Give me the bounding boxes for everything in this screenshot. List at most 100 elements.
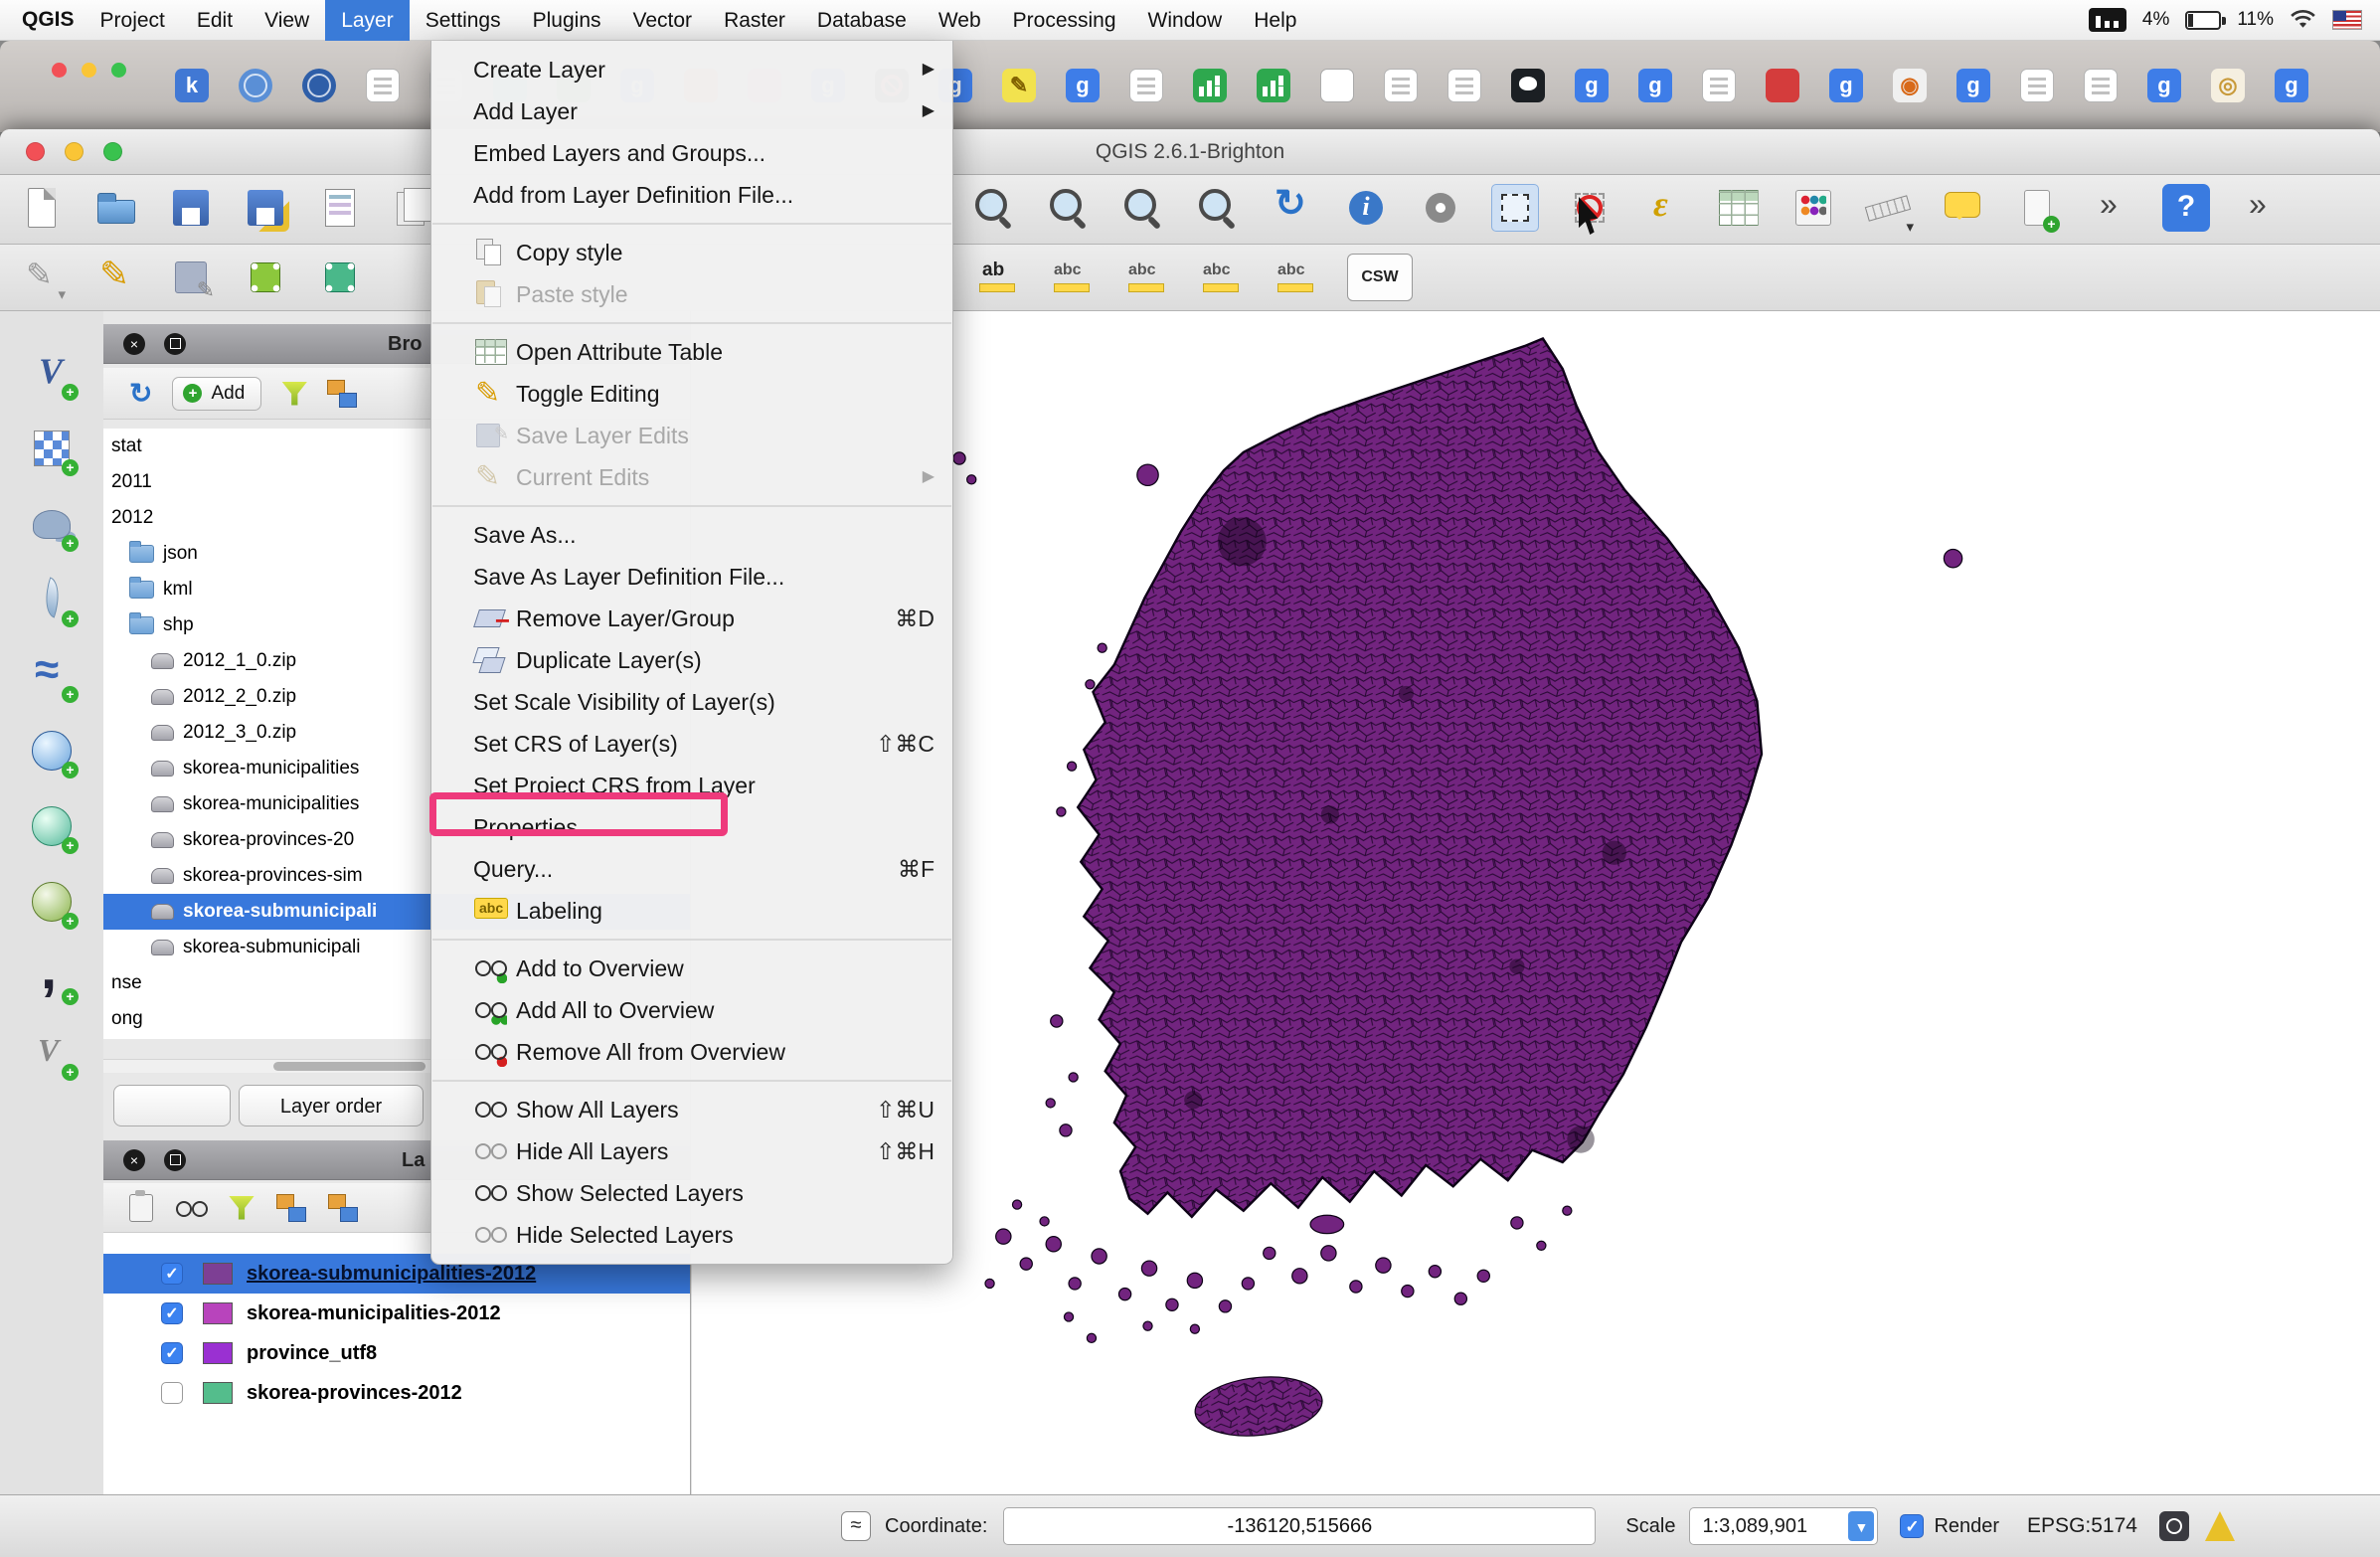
favicon[interactable] bbox=[1193, 69, 1227, 102]
new-project-icon[interactable] bbox=[18, 184, 66, 232]
open-attribute-table-icon[interactable] bbox=[1715, 184, 1763, 232]
map-tips-icon[interactable] bbox=[1939, 184, 1986, 232]
favicon[interactable]: g bbox=[1638, 69, 1672, 102]
layer-menu-item[interactable]: Toggle Editing bbox=[431, 373, 952, 415]
layer-menu-item[interactable]: Show All Layers⇧⌘U bbox=[431, 1089, 952, 1130]
menubar-item[interactable]: Raster bbox=[708, 0, 801, 41]
favicon[interactable] bbox=[2084, 69, 2118, 102]
menubar-item[interactable]: Settings bbox=[410, 0, 517, 41]
new-composer-icon[interactable] bbox=[316, 184, 364, 232]
csw-button[interactable]: CSW bbox=[1347, 254, 1413, 301]
layer-menu-item[interactable]: Labeling bbox=[431, 890, 952, 932]
layer-menu-item[interactable] bbox=[432, 939, 951, 941]
save-project-as-icon[interactable] bbox=[242, 184, 289, 232]
coordinate-input[interactable] bbox=[1003, 1507, 1596, 1545]
layer-menu-item[interactable]: Add All to Overview bbox=[431, 989, 952, 1031]
label-toolbar-icon[interactable] bbox=[974, 254, 1022, 301]
layer-menu-item[interactable]: Save As Layer Definition File... bbox=[431, 556, 952, 598]
favicon[interactable] bbox=[1702, 69, 1736, 102]
zoom-last-icon[interactable] bbox=[1118, 184, 1166, 232]
mouse-position-icon[interactable] bbox=[841, 1511, 871, 1541]
filter-browser-icon[interactable] bbox=[281, 382, 307, 406]
refresh-map-icon[interactable] bbox=[1268, 184, 1315, 232]
menubar-item[interactable]: Project bbox=[85, 0, 181, 41]
filter-legend-icon[interactable] bbox=[229, 1196, 255, 1220]
zoom-next-icon[interactable] bbox=[1193, 184, 1241, 232]
layer-menu-item[interactable] bbox=[432, 223, 951, 225]
new-bookmark-icon[interactable] bbox=[2013, 184, 2061, 232]
favicon[interactable] bbox=[1447, 69, 1481, 102]
menubar-item[interactable]: Window bbox=[1132, 0, 1239, 41]
add-wfs-layer-icon[interactable] bbox=[26, 876, 78, 928]
add-wcs-layer-icon[interactable] bbox=[26, 800, 78, 852]
favicon[interactable] bbox=[1129, 69, 1163, 102]
toolbar-overflow-icon[interactable] bbox=[2088, 184, 2135, 232]
close-icon[interactable] bbox=[52, 63, 67, 78]
new-shapefile-layer-icon[interactable] bbox=[26, 1027, 78, 1079]
run-feature-action-icon[interactable] bbox=[1417, 184, 1464, 232]
layer-visibility-checkbox[interactable] bbox=[161, 1342, 183, 1364]
field-calculator-icon[interactable] bbox=[1789, 184, 1837, 232]
layer-menu-item[interactable] bbox=[432, 322, 951, 324]
scale-combobox[interactable]: 1:3,089,901 ▼ bbox=[1689, 1507, 1878, 1545]
add-raster-layer-icon[interactable] bbox=[26, 423, 78, 474]
zoom-actual-icon[interactable] bbox=[1044, 184, 1092, 232]
layer-menu-item[interactable]: Save Layer Edits bbox=[431, 415, 952, 456]
layer-menu-item[interactable]: Embed Layers and Groups... bbox=[431, 132, 952, 174]
menubar-item[interactable]: Processing bbox=[997, 0, 1132, 41]
refresh-browser-icon[interactable]: ↻ bbox=[129, 379, 152, 409]
layer-menu-item[interactable]: Create Layer bbox=[431, 49, 952, 90]
add-wms-layer-icon[interactable] bbox=[26, 725, 78, 777]
layer-menu-item[interactable]: Properties... bbox=[431, 806, 952, 848]
layer-menu-item[interactable]: Paste style bbox=[431, 273, 952, 315]
input-language-flag-icon[interactable] bbox=[2332, 10, 2362, 30]
expand-all-icon[interactable] bbox=[276, 1194, 306, 1222]
add-feature-icon[interactable] bbox=[242, 254, 289, 301]
favicon[interactable] bbox=[1511, 69, 1545, 102]
layer-visibility-checkbox[interactable] bbox=[161, 1382, 183, 1404]
label-settings-3-icon[interactable] bbox=[1198, 254, 1246, 301]
toolbar-overflow-2-icon[interactable] bbox=[2237, 184, 2285, 232]
messages-warning-icon[interactable] bbox=[2205, 1511, 2235, 1541]
favicon[interactable]: g bbox=[2147, 69, 2181, 102]
open-project-icon[interactable] bbox=[92, 184, 140, 232]
close-panel-icon[interactable]: × bbox=[123, 1149, 145, 1171]
layer-menu-item[interactable]: Hide Selected Layers bbox=[431, 1214, 952, 1256]
zoom-window-icon[interactable] bbox=[111, 63, 126, 78]
menubar-item[interactable]: Database bbox=[801, 0, 923, 41]
favicon[interactable]: g bbox=[2275, 69, 2308, 102]
save-project-icon[interactable] bbox=[167, 184, 215, 232]
layer-visibility-checkbox[interactable] bbox=[161, 1302, 183, 1324]
layer-menu-item[interactable]: Open Attribute Table bbox=[431, 331, 952, 373]
layer-menu-item[interactable]: Set Scale Visibility of Layer(s) bbox=[431, 681, 952, 723]
add-mssql-layer-icon[interactable] bbox=[26, 649, 78, 701]
favicon[interactable]: g bbox=[1066, 69, 1100, 102]
cpu-meter-icon[interactable] bbox=[2089, 8, 2126, 32]
add-button[interactable]: Add bbox=[172, 377, 261, 411]
layer-menu-item[interactable]: Duplicate Layer(s) bbox=[431, 639, 952, 681]
identify-features-icon[interactable] bbox=[1342, 184, 1390, 232]
panel-blank-button[interactable] bbox=[113, 1085, 231, 1126]
select-by-expression-icon[interactable] bbox=[1640, 184, 1688, 232]
float-panel-icon[interactable] bbox=[164, 1149, 186, 1171]
help-icon[interactable] bbox=[2162, 184, 2210, 232]
layer-row[interactable]: skorea-municipalities-2012 bbox=[103, 1294, 690, 1333]
zoom-in-icon[interactable] bbox=[969, 184, 1017, 232]
window-titlebar[interactable]: QGIS 2.6.1-Brighton bbox=[0, 129, 2380, 175]
chevron-down-icon[interactable]: ▼ bbox=[1848, 1511, 1874, 1541]
crs-status-icon[interactable] bbox=[2159, 1511, 2189, 1541]
layer-menu-item[interactable] bbox=[432, 505, 951, 507]
add-vector-layer-icon[interactable] bbox=[26, 347, 78, 399]
label-settings-1-icon[interactable] bbox=[1049, 254, 1097, 301]
layer-menu-item[interactable] bbox=[432, 1080, 951, 1082]
menubar-item[interactable]: Web bbox=[923, 0, 997, 41]
menubar-item[interactable]: Plugins bbox=[517, 0, 617, 41]
layer-order-button[interactable]: Layer order bbox=[239, 1085, 424, 1126]
float-panel-icon[interactable] bbox=[164, 333, 186, 355]
menubar-item[interactable]: View bbox=[249, 0, 325, 41]
layer-menu-item[interactable]: Add Layer bbox=[431, 90, 952, 132]
layer-menu-item[interactable]: Set Project CRS from Layer bbox=[431, 765, 952, 806]
layer-menu-item[interactable]: Hide All Layers⇧⌘H bbox=[431, 1130, 952, 1172]
app-menu-title[interactable]: QGIS bbox=[22, 8, 75, 32]
layer-menu-item[interactable]: Add from Layer Definition File... bbox=[431, 174, 952, 216]
